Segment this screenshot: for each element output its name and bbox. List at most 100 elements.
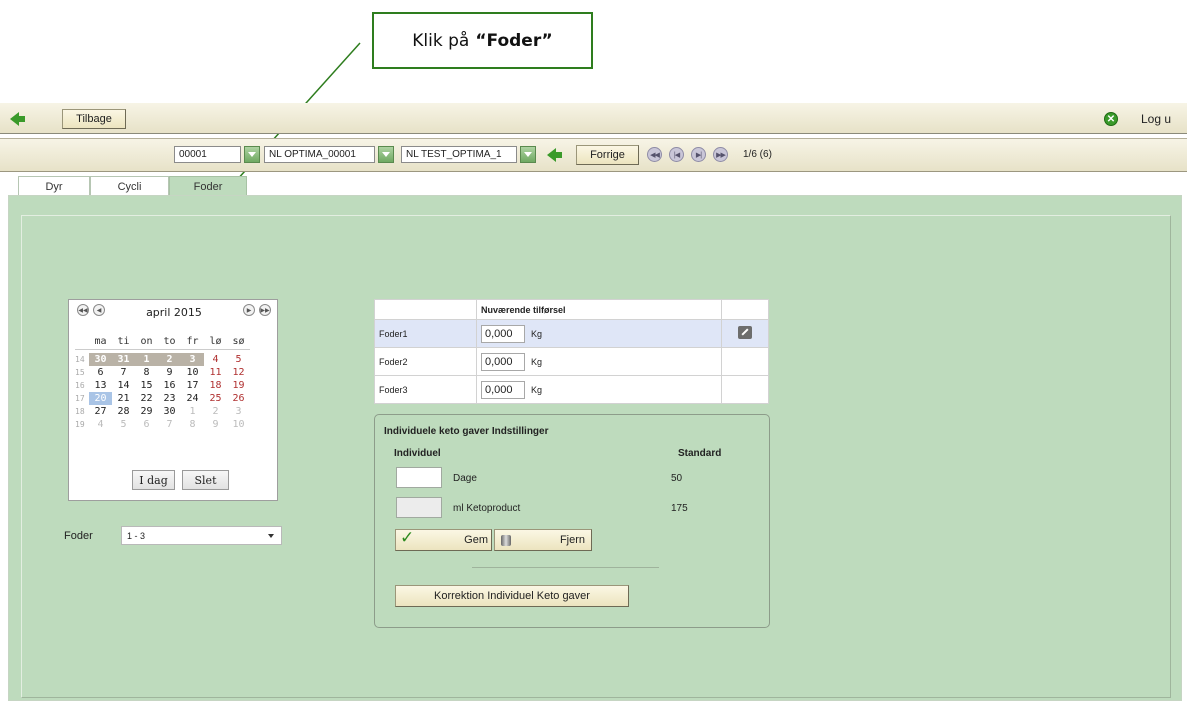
fast-forward-icon[interactable]: ▶▶ [713, 147, 728, 162]
calendar-day[interactable]: 24 [181, 392, 204, 405]
save-button[interactable]: Gem ✓ [395, 528, 492, 551]
remove-button[interactable]: Fjern [494, 529, 592, 551]
calendar-day[interactable]: 12 [227, 366, 250, 379]
calendar-day[interactable]: 2 [158, 353, 181, 366]
calendar-day[interactable]: 6 [89, 366, 112, 379]
logout-label[interactable]: Log u [1141, 112, 1171, 126]
next-month-icon[interactable]: ▶ [243, 304, 255, 316]
divider [472, 567, 659, 568]
weekday-header: ma [94, 336, 107, 347]
days-label: Dage [453, 473, 477, 484]
first-record-icon[interactable]: |◀ [669, 147, 684, 162]
calendar-day[interactable]: 1 [181, 405, 204, 418]
calendar-day[interactable]: 18 [204, 379, 227, 392]
calendar-day[interactable]: 20 [89, 392, 112, 405]
calendar-day[interactable]: 8 [181, 418, 204, 431]
calendar-day[interactable]: 9 [204, 418, 227, 431]
calendar-day[interactable]: 10 [227, 418, 250, 431]
edit-icon[interactable] [738, 326, 752, 339]
group-dropdown-icon[interactable] [378, 146, 394, 163]
calendar-grid: ma ti on to fr lø sø 14 30 31 1 2 3 4 5 15 6 7 8 9 10… [75, 334, 250, 431]
calendar-day[interactable]: 13 [89, 379, 112, 392]
tab-foder[interactable]: Foder [169, 176, 247, 196]
test-dropdown-icon[interactable] [520, 146, 536, 163]
calendar-day[interactable]: 28 [112, 405, 135, 418]
table-row[interactable]: Foder3 0,000 Kg [374, 375, 769, 404]
calendar-day[interactable]: 22 [135, 392, 158, 405]
calendar-day[interactable]: 25 [204, 392, 227, 405]
calendar-day[interactable]: 7 [112, 366, 135, 379]
feed-name: Foder2 [374, 347, 477, 376]
ketoproduct-input[interactable] [396, 497, 442, 518]
clear-button[interactable]: Slet [182, 470, 229, 490]
calendar-day[interactable]: 3 [181, 353, 204, 366]
correction-button[interactable]: Korrektion Individuel Keto gaver [395, 585, 629, 607]
calendar-day[interactable]: 10 [181, 366, 204, 379]
calendar: ◀◀ ◀ april 2015 ▶ ▶▶ ma ti on to fr lø s… [68, 299, 278, 501]
feed-amount-input[interactable]: 0,000 [481, 324, 525, 343]
calendar-day[interactable]: 14 [112, 379, 135, 392]
tab-dyr[interactable]: Dyr [18, 176, 90, 196]
animal-id-field[interactable]: 00001 [174, 146, 241, 163]
calendar-day[interactable]: 29 [135, 405, 158, 418]
days-standard-value: 50 [671, 473, 683, 484]
previous-button-label[interactable]: Forrige [576, 145, 639, 165]
week-number: 15 [75, 368, 85, 377]
feed-amount-input[interactable]: 0,000 [481, 352, 525, 371]
calendar-day[interactable]: 19 [227, 379, 250, 392]
checkmark-icon: ✓ [400, 528, 415, 548]
calendar-day[interactable]: 21 [112, 392, 135, 405]
tab-cycli[interactable]: Cycli [90, 176, 169, 196]
calendar-day[interactable]: 31 [112, 353, 135, 366]
days-input[interactable] [396, 467, 442, 488]
foder-filter-value: 1 - 3 [127, 530, 146, 541]
calendar-day[interactable]: 27 [89, 405, 112, 418]
calendar-day[interactable]: 5 [227, 353, 250, 366]
foder-filter-select[interactable]: 1 - 3 [121, 526, 282, 545]
calendar-week-row: 17 20 21 22 23 24 25 26 [75, 392, 250, 405]
calendar-week-row: 16 13 14 15 16 17 18 19 [75, 379, 250, 392]
calendar-day[interactable]: 6 [135, 418, 158, 431]
calendar-day[interactable]: 30 [158, 405, 181, 418]
selector-bar: 00001 NL OPTIMA_00001 NL TEST_OPTIMA_1 F… [0, 138, 1187, 172]
calendar-day[interactable]: 1 [135, 353, 158, 366]
previous-button[interactable]: Forrige [543, 145, 639, 165]
calendar-day[interactable]: 4 [204, 353, 227, 366]
animal-id-dropdown-icon[interactable] [244, 146, 260, 163]
calendar-day[interactable]: 16 [158, 379, 181, 392]
feed-amount-input[interactable]: 0,000 [481, 380, 525, 399]
calendar-day[interactable]: 11 [204, 366, 227, 379]
calendar-day[interactable]: 17 [181, 379, 204, 392]
rewind-icon[interactable]: ◀◀ [647, 147, 662, 162]
calendar-day[interactable]: 4 [89, 418, 112, 431]
calendar-day[interactable]: 8 [135, 366, 158, 379]
tab-bar: Dyr Cycli Foder [18, 176, 247, 196]
today-button[interactable]: I dag [132, 470, 175, 490]
calendar-week-row: 18 27 28 29 30 1 2 3 [75, 405, 250, 418]
calendar-day[interactable]: 23 [158, 392, 181, 405]
calendar-day[interactable]: 9 [158, 366, 181, 379]
calendar-day[interactable]: 7 [158, 418, 181, 431]
calendar-day[interactable]: 2 [204, 405, 227, 418]
ketoproduct-label: ml Ketoproduct [453, 503, 521, 514]
table-row[interactable]: Foder2 0,000 Kg [374, 347, 769, 376]
calendar-day[interactable]: 3 [227, 405, 250, 418]
calendar-day[interactable]: 15 [135, 379, 158, 392]
calendar-day[interactable]: 30 [89, 353, 112, 366]
current-supply-header: Nuværende tilførsel [476, 299, 722, 320]
back-button-label[interactable]: Tilbage [62, 109, 126, 129]
standard-column-header: Standard [678, 448, 722, 459]
logout-button[interactable]: ✕ Log u [1104, 109, 1171, 129]
calendar-day[interactable]: 5 [112, 418, 135, 431]
back-button[interactable]: Tilbage [10, 109, 126, 129]
last-record-icon[interactable]: ▶| [691, 147, 706, 162]
weekday-header: ti [117, 336, 130, 347]
close-circle-icon[interactable]: ✕ [1104, 112, 1118, 126]
table-row[interactable]: Foder1 0,000 Kg [374, 319, 769, 348]
calendar-day[interactable]: 26 [227, 392, 250, 405]
unit-label: Kg [531, 384, 543, 395]
test-select[interactable]: NL TEST_OPTIMA_1 [401, 146, 517, 163]
next-year-icon[interactable]: ▶▶ [259, 304, 271, 316]
group-select[interactable]: NL OPTIMA_00001 [264, 146, 375, 163]
week-number: 17 [75, 394, 85, 403]
